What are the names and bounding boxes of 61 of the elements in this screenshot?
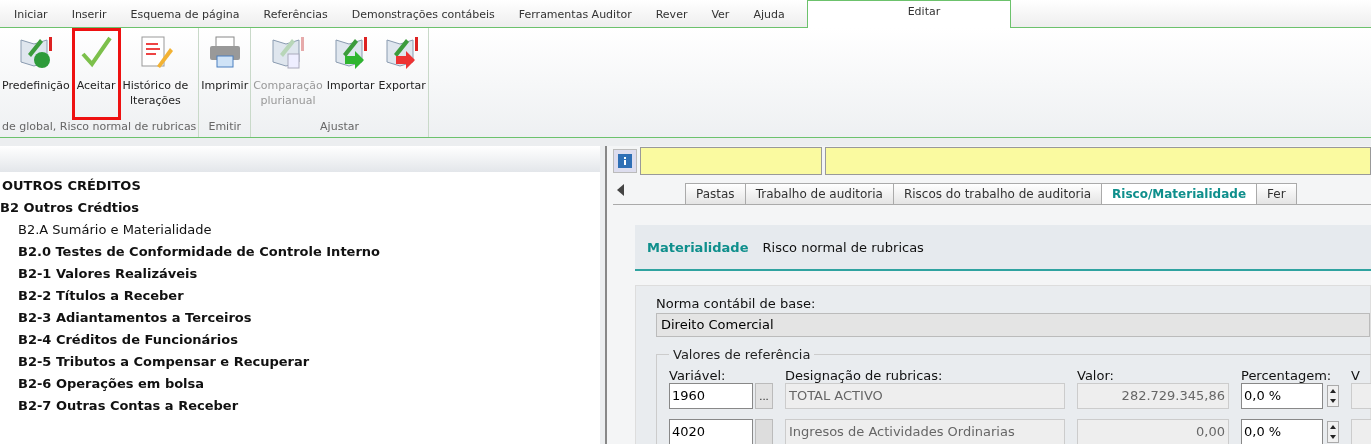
ribbon-button[interactable]: Predefinição — [0, 28, 72, 120]
variable-field[interactable]: 1960 — [669, 383, 753, 409]
group-title: Valores de referência — [672, 347, 812, 362]
spin-buttons[interactable] — [1327, 421, 1339, 443]
document-tab[interactable]: Fer — [1256, 183, 1297, 204]
ribbon-tab[interactable]: Ferramentas Auditor — [506, 8, 644, 27]
designation-field: TOTAL ACTIVO — [785, 383, 1065, 409]
value-field: 0,00 — [1077, 419, 1229, 444]
book-arrow-icon — [332, 34, 369, 70]
scroll-left-icon[interactable] — [617, 184, 625, 196]
tree-item[interactable]: B2-2 Títulos a Receber — [18, 288, 184, 303]
tree-item[interactable]: B2-7 Outras Contas a Receber — [18, 398, 239, 413]
ribbon-tab[interactable]: Editar — [806, 0, 1012, 28]
book-check-icon — [17, 34, 54, 70]
tree-item[interactable]: B2-6 Operações em bolsa — [18, 376, 205, 391]
document-tab[interactable]: Pastas — [685, 183, 746, 204]
ribbon-group-label: Ajustar — [319, 120, 360, 135]
tree-item[interactable]: B2-1 Valores Realizáveis — [18, 266, 198, 281]
ribbon-button[interactable]: Exportar — [376, 28, 428, 120]
column-label: V — [1351, 368, 1361, 383]
ribbon-tab[interactable]: Inserir — [59, 8, 119, 27]
browse-button[interactable]: ... — [755, 383, 773, 409]
tree-item[interactable]: B2-4 Créditos de Funcionários — [18, 332, 238, 347]
ribbon-button[interactable]: Histórico de lterações — [120, 28, 191, 120]
ribbon-tab[interactable]: Ajuda — [741, 8, 797, 27]
tree-item[interactable]: B2.0 Testes de Conformidade de Controle Interno — [18, 244, 380, 259]
column-label: Designação de rubricas: — [785, 368, 944, 383]
sub-tab[interactable]: Risco normal de rubricas — [762, 239, 924, 255]
ribbon-tab[interactable]: Iniciar — [2, 8, 60, 27]
ribbon-button[interactable]: Imprimir — [199, 28, 251, 120]
column-label: Variável: — [669, 368, 727, 383]
percentage-field[interactable]: 0,0 % — [1241, 383, 1323, 409]
tree-item[interactable]: B2-3 Adiantamentos a Terceiros — [18, 310, 252, 325]
ribbon-button[interactable]: Importar — [324, 28, 377, 120]
book-arrow-icon — [384, 34, 421, 70]
designation-field: Ingresos de Actividades Ordinarias — [785, 419, 1065, 444]
column-label: Percentagem: — [1241, 368, 1333, 383]
ribbon-tab[interactable]: Rever — [643, 8, 700, 27]
variable-field[interactable]: 4020 — [669, 419, 753, 444]
value-field: 282.729.345,86 — [1077, 383, 1229, 409]
book-sheet-icon — [270, 34, 306, 70]
tree-item[interactable]: B2 Outros Crédtios — [0, 200, 140, 215]
info-icon — [613, 149, 637, 173]
document-tab[interactable]: Riscos do trabalho de auditoria — [892, 183, 1103, 204]
ribbon-tab[interactable]: Ver — [699, 8, 742, 27]
spin-buttons[interactable] — [1327, 385, 1339, 407]
percentage-field[interactable]: 0,0 % — [1241, 419, 1323, 444]
ribbon-tab[interactable]: Esquema de página — [118, 8, 252, 27]
ribbon-group-label: Emitir — [207, 120, 243, 135]
ribbon-tab[interactable]: Referências — [251, 8, 340, 27]
tree-item[interactable]: OUTROS CRÉDITOS — [2, 178, 141, 193]
ribbon-button[interactable]: Aceitar — [71, 28, 121, 120]
document-tab[interactable]: Risco/Materialidade — [1101, 183, 1257, 204]
tree-item[interactable]: B2.A Sumário e Materialidade — [18, 222, 212, 237]
norma-field[interactable]: Direito Comercial — [656, 313, 1370, 337]
column-label: Valor: — [1077, 368, 1115, 383]
field-label: Norma contábil de base: — [656, 296, 817, 311]
document-tab[interactable]: Trabalho de auditoria — [744, 183, 894, 204]
ribbon-tab[interactable]: Demonstrações contábeis — [339, 8, 507, 27]
ribbon-group-label: de global, Risco normal de rubricas — [1, 120, 198, 135]
tree-item[interactable]: B2-5 Tributos a Compensar e Recuperar — [18, 354, 310, 369]
